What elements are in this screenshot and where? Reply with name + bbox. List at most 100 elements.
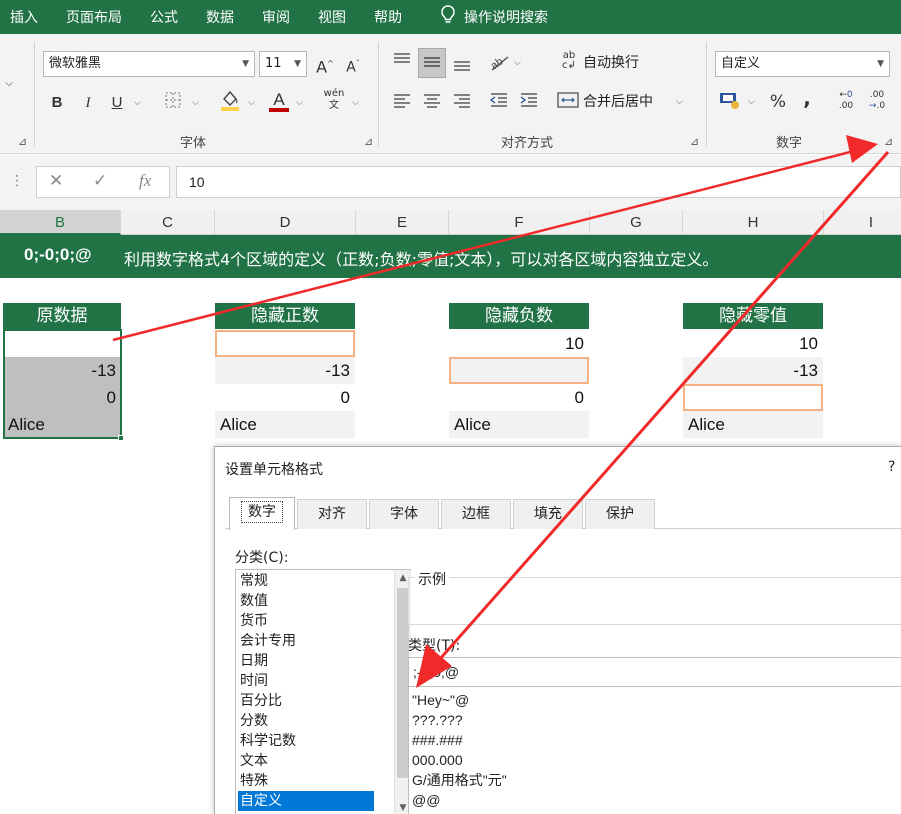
menu-insert[interactable]: 插入 <box>10 7 38 27</box>
cell-hide-negative-zero[interactable]: 0 <box>449 384 589 411</box>
chevron-down-icon[interactable]: ⌵ <box>2 72 16 96</box>
format-item[interactable]: ###.### <box>412 730 463 750</box>
category-time[interactable]: 时间 <box>238 671 374 691</box>
wrap-text-button[interactable]: 自动换行 <box>583 51 639 75</box>
number-dialog-launcher-icon[interactable]: ⊿ <box>884 135 893 148</box>
category-percentage[interactable]: 百分比 <box>238 691 374 711</box>
chevron-down-icon[interactable]: ⌵ <box>676 90 683 114</box>
cell-hide-zero-negative[interactable]: -13 <box>683 357 823 384</box>
cell-hide-positive-positive[interactable] <box>215 330 355 357</box>
menu-review[interactable]: 审阅 <box>262 7 290 27</box>
align-middle-button[interactable] <box>418 48 446 78</box>
tab-alignment[interactable]: 对齐 <box>297 499 367 529</box>
underline-button[interactable]: U <box>108 91 126 115</box>
column-header-e[interactable]: E <box>356 210 449 235</box>
borders-icon[interactable] <box>160 91 186 115</box>
chevron-down-icon[interactable]: ⌵ <box>248 91 255 115</box>
column-header-b[interactable]: B <box>0 210 121 235</box>
menu-help[interactable]: 帮助 <box>374 7 402 27</box>
phonetic-guide-icon[interactable]: wén 文 <box>322 88 346 112</box>
category-currency[interactable]: 货币 <box>238 611 374 631</box>
cell-hide-positive-negative[interactable]: -13 <box>215 357 355 384</box>
category-text[interactable]: 文本 <box>238 751 374 771</box>
category-date[interactable]: 日期 <box>238 651 374 671</box>
cell-hide-negative-positive[interactable]: 10 <box>449 330 589 357</box>
type-input[interactable]: ;-0;0;@ <box>408 657 901 687</box>
category-accounting[interactable]: 会计专用 <box>238 631 374 651</box>
block-header-hide-zero[interactable]: 隐藏零值 <box>683 303 823 329</box>
block-header-original[interactable]: 原数据 <box>3 303 121 329</box>
grow-font-button[interactable]: A^ <box>316 52 334 76</box>
bold-button[interactable]: B <box>48 91 66 115</box>
column-header-f[interactable]: F <box>449 210 590 235</box>
category-list[interactable]: 常规 数值 货币 会计专用 日期 时间 百分比 分数 科学记数 文本 特殊 自定… <box>235 569 411 814</box>
fill-handle[interactable] <box>118 435 124 441</box>
cell-hide-positive-zero[interactable]: 0 <box>215 384 355 411</box>
cell-hide-zero-text[interactable]: Alice <box>683 411 823 438</box>
italic-button[interactable]: I <box>79 91 97 115</box>
formula-input[interactable]: 10 <box>176 166 901 198</box>
menu-page-layout[interactable]: 页面布局 <box>66 7 122 27</box>
decrease-indent-icon[interactable] <box>487 90 511 114</box>
currency-format-icon[interactable] <box>718 90 742 114</box>
format-list[interactable]: "Hey~"@ ???.??? ###.### 000.000 G/通用格式"元… <box>408 687 901 814</box>
tab-fill[interactable]: 填充 <box>513 499 583 529</box>
orientation-icon[interactable]: ab <box>487 51 511 75</box>
cell-hide-zero-zero[interactable] <box>683 384 823 411</box>
cell-hide-negative-negative[interactable] <box>449 357 589 384</box>
shrink-font-button[interactable]: Aˇ <box>344 52 362 76</box>
align-left-icon[interactable] <box>390 90 414 114</box>
cell-hide-negative-text[interactable]: Alice <box>449 411 589 438</box>
category-number[interactable]: 数值 <box>238 591 374 611</box>
format-item[interactable]: @@ <box>412 790 440 810</box>
block-header-hide-positive[interactable]: 隐藏正数 <box>215 303 355 329</box>
merge-center-button[interactable]: 合并后居中 <box>583 90 653 114</box>
column-header-d[interactable]: D <box>215 210 356 235</box>
font-dialog-launcher-icon[interactable]: ⊿ <box>364 135 373 148</box>
enter-icon[interactable]: ✓ <box>93 171 107 191</box>
fill-color-icon[interactable] <box>218 88 242 112</box>
category-fraction[interactable]: 分数 <box>238 711 374 731</box>
chevron-down-icon[interactable]: ⌵ <box>192 91 199 115</box>
column-header-c[interactable]: C <box>121 210 215 235</box>
align-top-icon[interactable] <box>390 50 414 74</box>
help-button[interactable]: ? <box>888 459 895 475</box>
wrap-text-icon[interactable]: ab c↲ <box>559 51 579 75</box>
menu-view[interactable]: 视图 <box>318 7 346 27</box>
column-header-h[interactable]: H <box>683 210 824 235</box>
font-name-combo[interactable]: 微软雅黑 ▼ <box>43 51 255 77</box>
comma-style-button[interactable]: , <box>800 86 814 110</box>
cell-hide-zero-positive[interactable]: 10 <box>683 330 823 357</box>
align-center-icon[interactable] <box>420 90 444 114</box>
percent-button[interactable]: % <box>769 90 787 114</box>
column-header-i[interactable]: I <box>824 210 901 235</box>
increase-decimal-button[interactable]: ←0.00 <box>833 90 859 114</box>
lightbulb-icon[interactable] <box>440 5 456 29</box>
tab-protection[interactable]: 保护 <box>585 499 655 529</box>
tell-me-search[interactable]: 操作说明搜索 <box>464 7 548 27</box>
alignment-dialog-launcher-icon[interactable]: ⊿ <box>690 135 699 148</box>
dialog-launcher-icon[interactable]: ⊿ <box>18 135 27 148</box>
format-item[interactable]: "Hey~"@ <box>412 690 469 710</box>
chevron-down-icon[interactable]: ⌵ <box>514 51 521 75</box>
chevron-down-icon[interactable]: ⌵ <box>134 91 141 115</box>
category-custom[interactable]: 自定义 <box>238 791 374 811</box>
menu-data[interactable]: 数据 <box>206 7 234 27</box>
insert-function-icon[interactable]: fx <box>139 171 151 191</box>
chevron-down-icon[interactable]: ⌵ <box>296 91 303 115</box>
category-scientific[interactable]: 科学记数 <box>238 731 374 751</box>
tab-number[interactable]: 数字 <box>229 497 295 530</box>
tab-border[interactable]: 边框 <box>441 499 511 529</box>
format-item[interactable]: G/通用格式"元" <box>412 770 507 790</box>
decrease-decimal-button[interactable]: .00 →.0 <box>864 90 890 114</box>
grip-icon[interactable]: ⋮ <box>10 173 24 189</box>
tab-font[interactable]: 字体 <box>369 499 439 529</box>
cell-hide-positive-text[interactable]: Alice <box>215 411 355 438</box>
chevron-down-icon[interactable]: ⌵ <box>352 91 359 115</box>
font-size-combo[interactable]: 11 ▼ <box>259 51 307 77</box>
format-item[interactable]: 000.000 <box>412 750 463 770</box>
number-format-combo[interactable]: 自定义 ▼ <box>715 51 890 77</box>
column-header-g[interactable]: G <box>590 210 683 235</box>
merge-center-icon[interactable] <box>557 90 579 114</box>
block-header-hide-negative[interactable]: 隐藏负数 <box>449 303 589 329</box>
